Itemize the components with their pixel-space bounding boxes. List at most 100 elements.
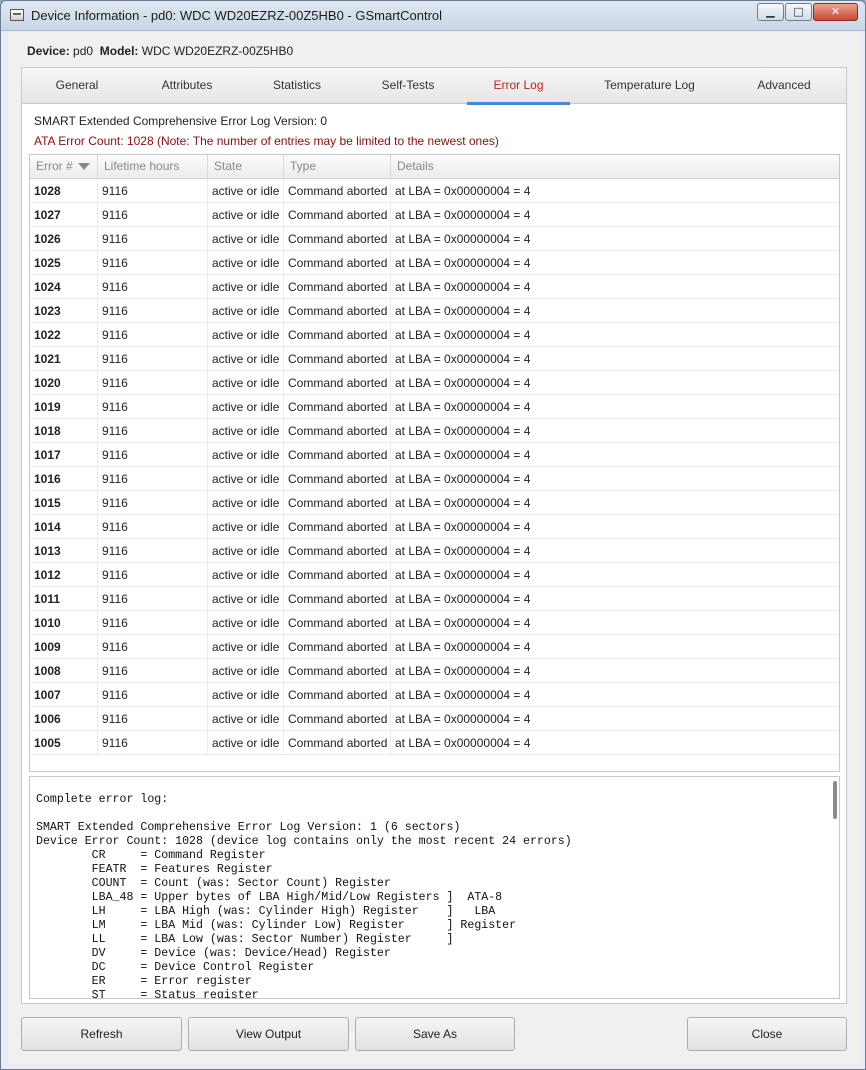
log-scrollbar-thumb[interactable] (833, 781, 837, 819)
cell-lifetime-hours: 9116 (98, 347, 208, 371)
cell-state: active or idle (208, 659, 284, 683)
maximize-button[interactable]: □ (785, 3, 812, 21)
close-window-button[interactable]: ✕ (813, 3, 858, 21)
cell-state: active or idle (208, 251, 284, 275)
cell-error-number: 1011 (30, 587, 98, 611)
save-as-button[interactable]: Save As (355, 1017, 515, 1051)
table-row[interactable]: 1016 9116 active or idle Command aborted at … (30, 467, 839, 491)
cell-type: Command aborted (284, 611, 391, 635)
dialog-body: Device: pd0 Model: WDC WD20EZRZ-00Z5HB0 … (8, 32, 859, 1064)
cell-type: Command aborted (284, 539, 391, 563)
cell-error-number: 1013 (30, 539, 98, 563)
cell-type: Command aborted (284, 179, 391, 203)
table-row[interactable]: 1021 9116 active or idle Command aborted at … (30, 347, 839, 371)
cell-type: Command aborted (284, 707, 391, 731)
table-row[interactable]: 1012 9116 active or idle Command aborted at … (30, 563, 839, 587)
cell-error-number: 1023 (30, 299, 98, 323)
column-header-details[interactable]: Details (391, 155, 839, 179)
table-row[interactable]: 1027 9116 active or idle Command aborted at … (30, 203, 839, 227)
table-row[interactable]: 1028 9116 active or idle Command aborted at … (30, 179, 839, 203)
column-header-lifetime-hours[interactable]: Lifetime hours (98, 155, 208, 179)
close-button[interactable]: Close (687, 1017, 847, 1051)
cell-details: at LBA = 0x00000004 = 4 (395, 520, 531, 534)
cell-error-number: 1028 (30, 179, 98, 203)
table-row[interactable]: 1022 9116 active or idle Command aborted at … (30, 323, 839, 347)
table-row[interactable]: 1023 9116 active or idle Command aborted at … (30, 299, 839, 323)
table-row[interactable]: 1006 9116 active or idle Command aborted at … (30, 707, 839, 731)
cell-type: Command aborted (284, 515, 391, 539)
cell-state: active or idle (208, 179, 284, 203)
cell-error-number: 1024 (30, 275, 98, 299)
cell-details: at LBA = 0x00000004 = 4 (395, 328, 531, 342)
cell-state: active or idle (208, 683, 284, 707)
cell-details: at LBA = 0x00000004 = 4 (395, 280, 531, 294)
table-row[interactable]: 1024 9116 active or idle Command aborted at … (30, 275, 839, 299)
cell-type: Command aborted (284, 419, 391, 443)
model-value: WDC WD20EZRZ-00Z5HB0 (141, 44, 294, 58)
refresh-button[interactable]: Refresh (21, 1017, 182, 1051)
cell-details: at LBA = 0x00000004 = 4 (395, 496, 531, 510)
cell-error-number: 1018 (30, 419, 98, 443)
table-row[interactable]: 1010 9116 active or idle Command aborted at … (30, 611, 839, 635)
cell-error-number: 1020 (30, 371, 98, 395)
app-window-icon (10, 9, 24, 21)
tab-advanced[interactable]: Advanced (727, 68, 841, 104)
cell-error-number: 1012 (30, 563, 98, 587)
table-row[interactable]: 1011 9116 active or idle Command aborted at … (30, 587, 839, 611)
column-header-state[interactable]: State (208, 155, 284, 179)
table-row[interactable]: 1015 9116 active or idle Command aborted at … (30, 491, 839, 515)
complete-error-log-text: Complete error log: SMART Extended Compr… (36, 793, 572, 999)
tab-bar: General Attributes Statistics Self-Tests… (22, 68, 846, 105)
tab-self-tests[interactable]: Self-Tests (352, 68, 464, 104)
table-row[interactable]: 1008 9116 active or idle Command aborted at … (30, 659, 839, 683)
cell-details: at LBA = 0x00000004 = 4 (395, 640, 531, 654)
cell-lifetime-hours: 9116 (98, 251, 208, 275)
cell-lifetime-hours: 9116 (98, 371, 208, 395)
view-output-button[interactable]: View Output (188, 1017, 349, 1051)
table-row[interactable]: 1018 9116 active or idle Command aborted at … (30, 419, 839, 443)
column-header-error-number-label: Error # (36, 159, 73, 173)
tab-temperature-log[interactable]: Temperature Log (577, 68, 722, 104)
cell-lifetime-hours: 9116 (98, 611, 208, 635)
minimize-button[interactable]: ▁ (757, 3, 784, 21)
table-row[interactable]: 1005 9116 active or idle Command aborted at … (30, 731, 839, 755)
cell-state: active or idle (208, 275, 284, 299)
table-row[interactable]: 1014 9116 active or idle Command aborted at … (30, 515, 839, 539)
table-row[interactable]: 1025 9116 active or idle Command aborted at … (30, 251, 839, 275)
table-row[interactable]: 1007 9116 active or idle Command aborted at … (30, 683, 839, 707)
cell-type: Command aborted (284, 563, 391, 587)
table-row[interactable]: 1017 9116 active or idle Command aborted at … (30, 443, 839, 467)
cell-error-number: 1010 (30, 611, 98, 635)
table-row[interactable]: 1020 9116 active or idle Command aborted at … (30, 371, 839, 395)
cell-details: at LBA = 0x00000004 = 4 (395, 592, 531, 606)
cell-error-number: 1017 (30, 443, 98, 467)
cell-details: at LBA = 0x00000004 = 4 (395, 352, 531, 366)
cell-details: at LBA = 0x00000004 = 4 (395, 232, 531, 246)
tab-attributes[interactable]: Attributes (132, 68, 242, 104)
cell-lifetime-hours: 9116 (98, 323, 208, 347)
tab-error-log[interactable]: Error Log (467, 68, 570, 105)
cell-error-number: 1025 (30, 251, 98, 275)
column-header-error-number[interactable]: Error # (30, 155, 98, 179)
cell-lifetime-hours: 9116 (98, 395, 208, 419)
error-log-table[interactable]: Error # Lifetime hours State Type Detail… (29, 154, 840, 772)
table-row[interactable]: 1019 9116 active or idle Command aborted at … (30, 395, 839, 419)
table-header: Error # Lifetime hours State Type Detail… (30, 155, 839, 179)
cell-lifetime-hours: 9116 (98, 539, 208, 563)
complete-error-log-panel[interactable]: Complete error log: SMART Extended Compr… (29, 776, 840, 999)
cell-type: Command aborted (284, 251, 391, 275)
cell-type: Command aborted (284, 683, 391, 707)
cell-error-number: 1006 (30, 707, 98, 731)
cell-type: Command aborted (284, 275, 391, 299)
table-row[interactable]: 1013 9116 active or idle Command aborted at … (30, 539, 839, 563)
title-bar[interactable]: Device Information - pd0: WDC WD20EZRZ-0… (1, 1, 865, 31)
column-header-type[interactable]: Type (284, 155, 391, 179)
cell-error-number: 1014 (30, 515, 98, 539)
table-row[interactable]: 1026 9116 active or idle Command aborted at … (30, 227, 839, 251)
tab-statistics[interactable]: Statistics (242, 68, 352, 104)
cell-state: active or idle (208, 203, 284, 227)
tab-general[interactable]: General (22, 68, 132, 104)
cell-type: Command aborted (284, 443, 391, 467)
cell-state: active or idle (208, 539, 284, 563)
table-row[interactable]: 1009 9116 active or idle Command aborted at … (30, 635, 839, 659)
